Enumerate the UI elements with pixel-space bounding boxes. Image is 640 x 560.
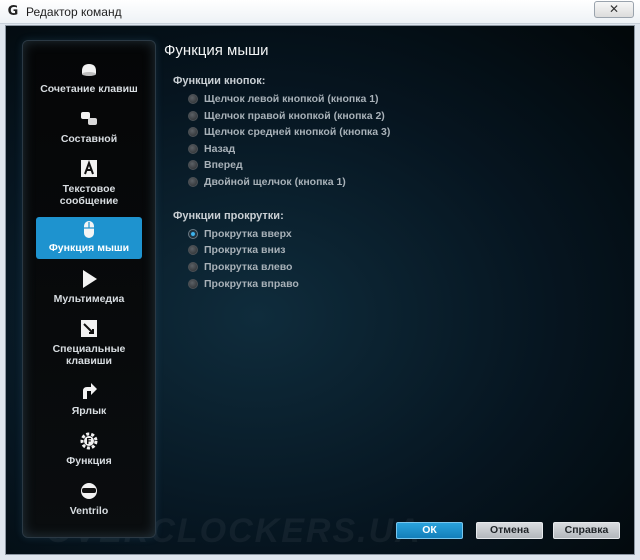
radio-left-click[interactable]: Щелчок левой кнопкой (кнопка 1): [188, 92, 379, 106]
sidebar-item-media[interactable]: Мультимедиа: [36, 269, 142, 309]
text-block-icon: [81, 160, 97, 177]
sidebar-item-label: Ярлык: [71, 405, 107, 417]
key-combo-icon: [82, 64, 96, 76]
radio-double-click[interactable]: Двойной щелчок (кнопка 1): [188, 175, 346, 189]
sidebar-item-ventrilo[interactable]: Ventrilo: [36, 481, 142, 521]
radio-label: Прокрутка влево: [204, 261, 293, 273]
radio-label: Вперед: [204, 159, 243, 171]
radio-label: Щелчок левой кнопкой (кнопка 1): [204, 93, 379, 105]
button-functions-heading: Функции кнопок:: [173, 75, 266, 87]
shortcut-arrow-icon: [83, 383, 97, 399]
radio-scroll-left[interactable]: Прокрутка влево: [188, 260, 292, 274]
radio-label: Прокрутка вправо: [204, 278, 299, 290]
sidebar-item-hotkeys[interactable]: Специальные клавиши: [36, 319, 142, 371]
radio-label: Щелчок средней кнопкой (кнопка 3): [204, 126, 391, 138]
window-title: Редактор команд: [26, 5, 122, 19]
radio-button[interactable]: [188, 127, 198, 137]
sidebar-item-function[interactable]: F Функция: [36, 431, 142, 471]
sidebar-item-text-block[interactable]: Текстовое сообщение: [36, 159, 142, 211]
radio-label: Назад: [204, 143, 236, 155]
radio-back[interactable]: Назад: [188, 142, 235, 156]
close-button[interactable]: ✕: [594, 1, 634, 18]
window-frame: OVERCLOCKERS.UA Сочетание клавиш Составн…: [5, 25, 635, 555]
page-title: Функция мыши: [164, 42, 269, 59]
radio-button[interactable]: [188, 279, 198, 289]
sidebar-item-label: Функция: [66, 455, 112, 467]
help-button[interactable]: Справка: [553, 522, 620, 539]
sidebar-item-keystroke[interactable]: Сочетание клавиш: [36, 59, 142, 99]
radio-button-selected[interactable]: [188, 229, 198, 239]
radio-button[interactable]: [188, 94, 198, 104]
radio-label: Двойной щелчок (кнопка 1): [204, 176, 346, 188]
title-bar: G Редактор команд ✕: [0, 0, 640, 24]
sidebar-item-mouse-function[interactable]: Функция мыши: [36, 217, 142, 259]
radio-scroll-right[interactable]: Прокрутка вправо: [188, 277, 299, 291]
sidebar-item-multikey[interactable]: Составной: [36, 109, 142, 149]
radio-label: Прокрутка вверх: [204, 228, 292, 240]
radio-button[interactable]: [188, 144, 198, 154]
function-gear-icon: F: [80, 432, 98, 450]
radio-button[interactable]: [188, 111, 198, 121]
radio-label: Прокрутка вниз: [204, 244, 286, 256]
logitech-g-icon: G: [7, 4, 19, 19]
multikey-icon: [81, 112, 97, 125]
sidebar-item-label: Функция мыши: [48, 242, 130, 254]
sidebar-item-label: Мультимедиа: [53, 293, 125, 305]
radio-button[interactable]: [188, 160, 198, 170]
svg-text:F: F: [86, 437, 91, 446]
radio-scroll-down[interactable]: Прокрутка вниз: [188, 243, 286, 257]
radio-button[interactable]: [188, 177, 198, 187]
ok-button[interactable]: ОК: [396, 522, 463, 539]
special-key-icon: [81, 320, 97, 337]
mouse-icon: [84, 221, 94, 238]
radio-button[interactable]: [188, 262, 198, 272]
radio-middle-click[interactable]: Щелчок средней кнопкой (кнопка 3): [188, 125, 390, 139]
radio-scroll-up[interactable]: Прокрутка вверх: [188, 227, 292, 241]
sidebar-item-shortcut[interactable]: Ярлык: [36, 381, 142, 421]
cancel-button[interactable]: Отмена: [476, 522, 543, 539]
radio-forward[interactable]: Вперед: [188, 158, 243, 172]
sidebar-item-label: Составной: [60, 133, 118, 145]
sidebar-item-label: Сочетание клавиш: [40, 83, 138, 95]
ventrilo-headset-icon: [81, 483, 97, 499]
scroll-functions-heading: Функции прокрутки:: [173, 210, 284, 222]
radio-right-click[interactable]: Щелчок правой кнопкой (кнопка 2): [188, 109, 385, 123]
sidebar-item-label: Текстовое сообщение: [59, 183, 119, 207]
sidebar-item-label: Ventrilo: [69, 505, 109, 517]
content-area: OVERCLOCKERS.UA Сочетание клавиш Составн…: [6, 26, 634, 554]
command-type-sidebar: Сочетание клавиш Составной Текстовое соо…: [22, 40, 156, 538]
sidebar-item-label: Специальные клавиши: [52, 343, 126, 367]
radio-label: Щелчок правой кнопкой (кнопка 2): [204, 110, 385, 122]
radio-button[interactable]: [188, 245, 198, 255]
play-icon: [83, 270, 97, 288]
